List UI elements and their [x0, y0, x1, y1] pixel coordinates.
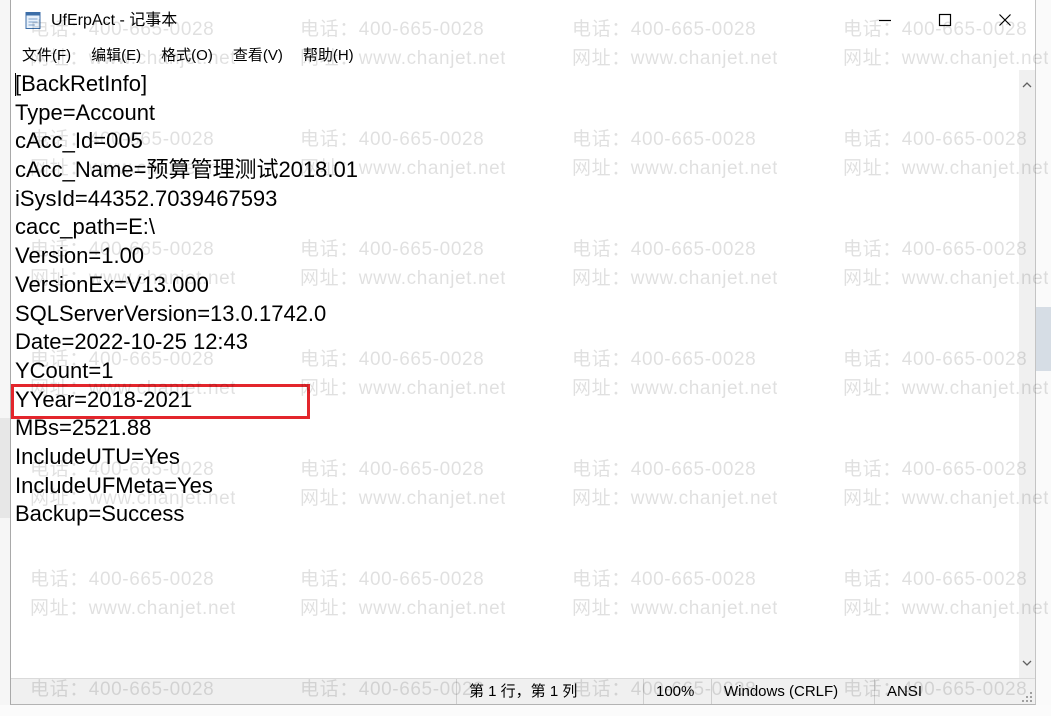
- vertical-scrollbar[interactable]: [1019, 70, 1035, 678]
- editor-line[interactable]: cAcc_Id=005: [11, 127, 1019, 156]
- editor-line[interactable]: iSysId=44352.7039467593: [11, 185, 1019, 214]
- editor-line[interactable]: IncludeUFMeta=Yes: [11, 472, 1019, 501]
- menu-edit[interactable]: 编辑(E): [81, 42, 151, 70]
- editor-line[interactable]: [BackRetInfo]: [11, 70, 1019, 99]
- window-title: UfErpAct - 记事本: [51, 12, 178, 29]
- status-encoding: ANSI: [874, 679, 1035, 704]
- status-zoom: 100%: [643, 679, 711, 704]
- scroll-down-button[interactable]: [1019, 648, 1035, 678]
- editor-line[interactable]: cAcc_Name=预算管理测试2018.01: [11, 156, 1019, 185]
- text-caret: [15, 73, 16, 96]
- editor-line[interactable]: Version=1.00: [11, 242, 1019, 271]
- minimize-icon: [878, 13, 892, 27]
- background-window-band: [1036, 307, 1051, 371]
- size-grip-icon[interactable]: [1021, 690, 1033, 702]
- editor-line[interactable]: IncludeUTU=Yes: [11, 443, 1019, 472]
- scroll-up-button[interactable]: [1019, 70, 1035, 100]
- notepad-icon[interactable]: [23, 10, 43, 30]
- status-line-ending: Windows (CRLF): [711, 679, 874, 704]
- notepad-window: UfErpAct - 记事本 文件(F) 编辑(E) 格式(O) 查看(V) 帮…: [10, 0, 1036, 705]
- background-window-left: [0, 0, 10, 705]
- status-bar: 第 1 行，第 1 列 100% Windows (CRLF) ANSI: [11, 678, 1035, 704]
- close-button[interactable]: [975, 0, 1035, 40]
- close-icon: [998, 13, 1012, 27]
- maximize-icon: [938, 13, 952, 27]
- editor-line[interactable]: YCount=1: [11, 357, 1019, 386]
- minimize-button[interactable]: [855, 0, 915, 40]
- highlight-box: [11, 384, 310, 419]
- editor-line[interactable]: Backup=Success: [11, 500, 1019, 529]
- background-window-panel: [0, 418, 10, 518]
- title-bar[interactable]: UfErpAct - 记事本: [11, 0, 1035, 42]
- menu-file[interactable]: 文件(F): [12, 42, 81, 70]
- editor-line[interactable]: Date=2022-10-25 12:43: [11, 328, 1019, 357]
- editor-line[interactable]: VersionEx=V13.000: [11, 271, 1019, 300]
- menu-help[interactable]: 帮助(H): [293, 42, 364, 70]
- chevron-down-icon: [1022, 660, 1032, 666]
- background-window-bottom: [0, 705, 1051, 716]
- menu-view[interactable]: 查看(V): [223, 42, 293, 70]
- editor-line[interactable]: Type=Account: [11, 99, 1019, 128]
- text-editor[interactable]: [BackRetInfo] Type=Account cAcc_Id=005 c…: [11, 70, 1019, 678]
- maximize-button[interactable]: [915, 0, 975, 40]
- menu-bar: 文件(F) 编辑(E) 格式(O) 查看(V) 帮助(H): [11, 42, 1035, 70]
- chevron-up-icon: [1022, 82, 1032, 88]
- menu-format[interactable]: 格式(O): [151, 42, 223, 70]
- editor-line[interactable]: cacc_path=E:\: [11, 213, 1019, 242]
- status-cursor-position: 第 1 行，第 1 列: [456, 679, 643, 704]
- editor-line[interactable]: SQLServerVersion=13.0.1742.0: [11, 300, 1019, 329]
